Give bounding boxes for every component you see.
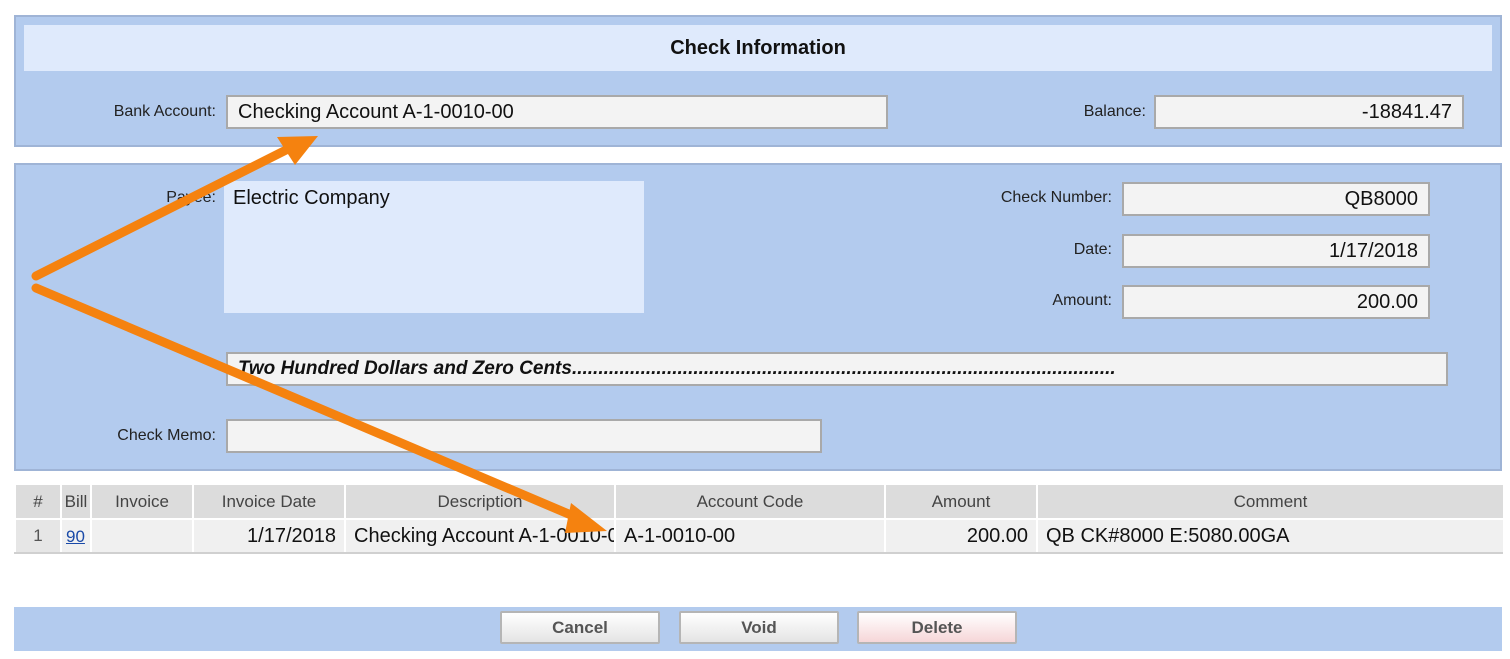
amount-label: Amount:	[1052, 292, 1112, 309]
balance-field: -18841.47	[1154, 95, 1464, 129]
header-invoice: Invoice	[90, 485, 193, 520]
delete-button[interactable]: Delete	[857, 611, 1017, 644]
check-information-panel: Check Information Bank Account: Checking…	[14, 15, 1502, 147]
amount-field[interactable]: 200.00	[1122, 285, 1430, 319]
balance-label: Balance:	[1083, 103, 1146, 120]
row-description: Checking Account A-1-0010-00	[344, 519, 615, 554]
table-row: 1 90 1/17/2018 Checking Account A-1-0010…	[14, 519, 1503, 554]
header-description: Description	[344, 485, 615, 520]
header-amount: Amount	[884, 485, 1037, 520]
row-bill-cell: 90	[60, 519, 91, 554]
header-comment: Comment	[1036, 485, 1503, 520]
payee-field[interactable]: Electric Company	[224, 181, 644, 313]
check-memo-label: Check Memo:	[117, 427, 216, 444]
row-amount: 200.00	[884, 519, 1037, 554]
header-account-code: Account Code	[614, 485, 885, 520]
check-number-field[interactable]: QB8000	[1122, 182, 1430, 216]
payee-panel: Payee: Electric Company Check Number: QB…	[14, 163, 1502, 471]
amount-in-words: Two Hundred Dollars and Zero Cents......…	[226, 352, 1448, 386]
row-invoice	[90, 519, 193, 554]
row-invoice-date: 1/17/2018	[192, 519, 345, 554]
row-number: 1	[14, 519, 61, 554]
date-label: Date:	[1073, 241, 1112, 258]
row-comment: QB CK#8000 E:5080.00GA	[1036, 519, 1503, 554]
check-memo-field[interactable]	[226, 419, 822, 453]
header-invoice-date: Invoice Date	[192, 485, 345, 520]
payee-label: Payee:	[166, 189, 216, 206]
bill-link[interactable]: 90	[66, 527, 85, 546]
header-number: #	[14, 485, 61, 520]
check-number-label: Check Number:	[1000, 189, 1112, 206]
date-field[interactable]: 1/17/2018	[1122, 234, 1430, 268]
void-button[interactable]: Void	[679, 611, 839, 644]
header-bill: Bill	[60, 485, 91, 520]
cancel-button[interactable]: Cancel	[500, 611, 660, 644]
row-account-code: A-1-0010-00	[614, 519, 885, 554]
bank-account-field[interactable]: Checking Account A-1-0010-00	[226, 95, 888, 129]
check-information-title: Check Information	[24, 25, 1492, 71]
bank-account-label: Bank Account:	[113, 103, 216, 120]
table-header-row: # Bill Invoice Invoice Date Description …	[14, 485, 1503, 520]
bill-lines-table: # Bill Invoice Invoice Date Description …	[14, 485, 1503, 554]
button-bar: Cancel Void Delete	[14, 607, 1502, 651]
